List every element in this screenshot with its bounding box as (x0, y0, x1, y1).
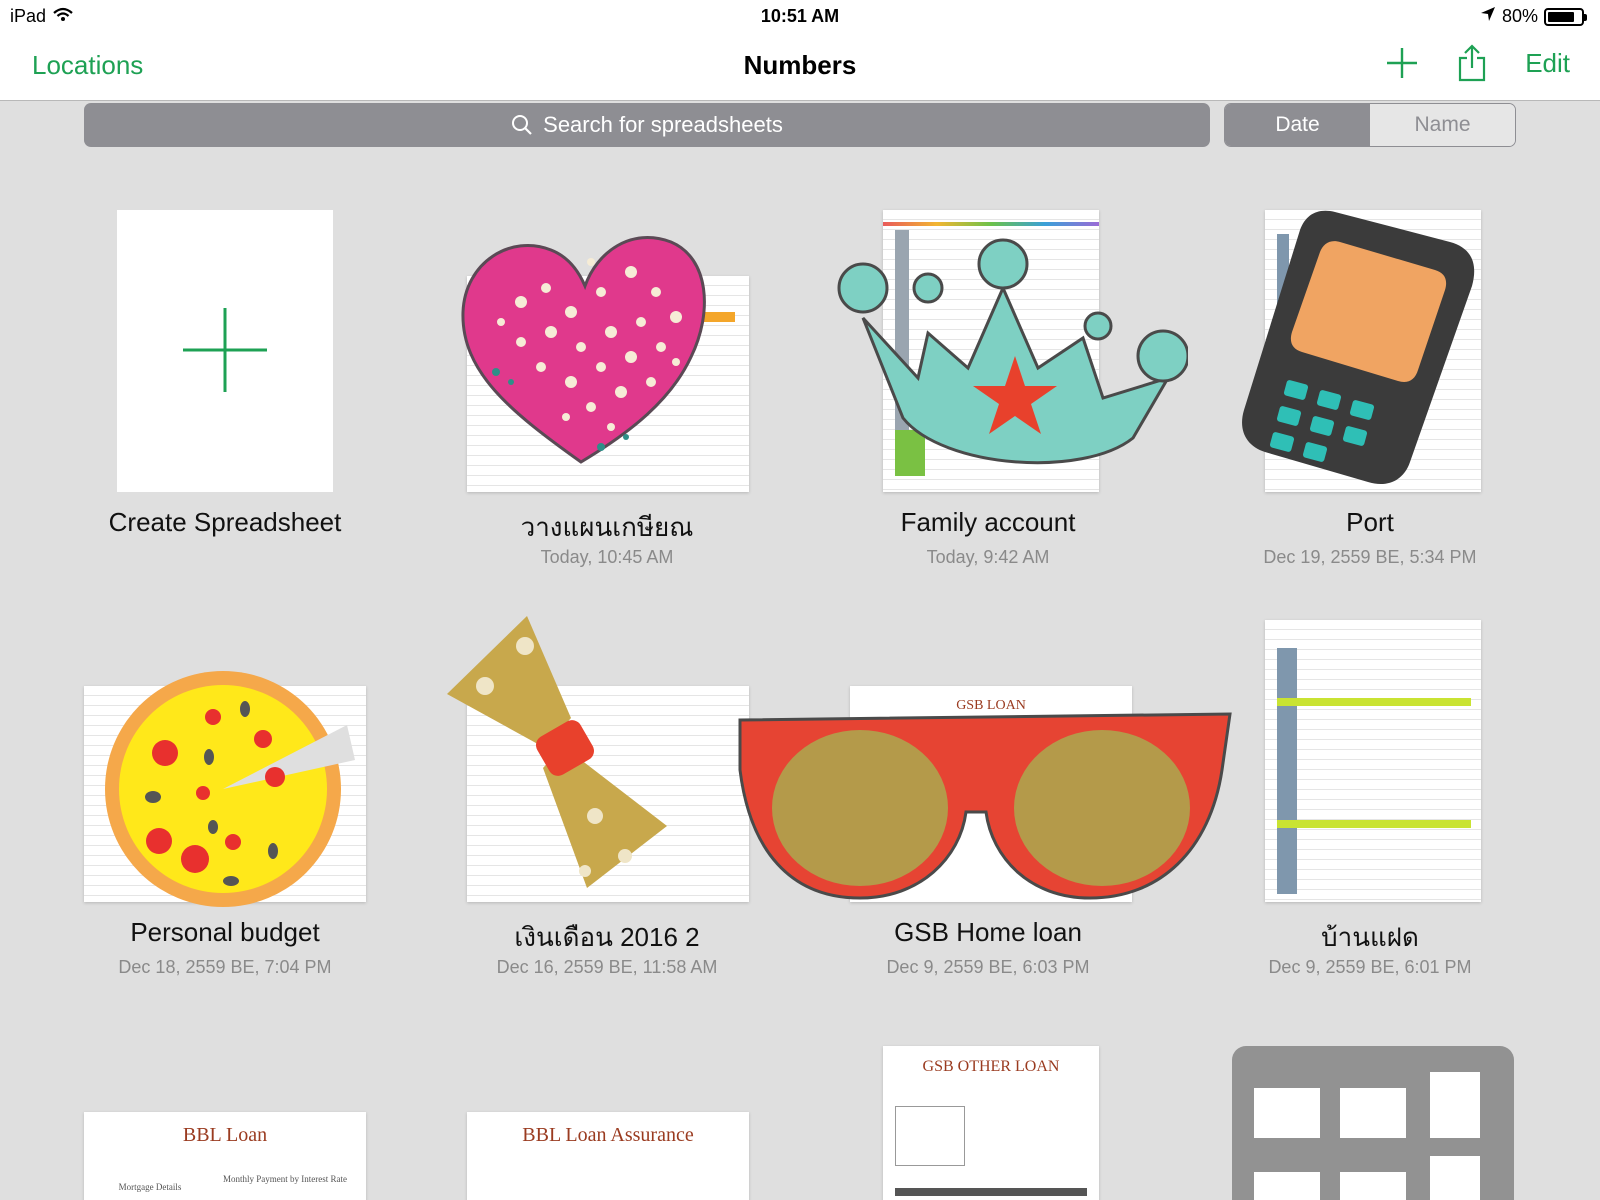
document-name[interactable]: Port (1170, 507, 1570, 538)
mini-thumbnail (1254, 1088, 1320, 1138)
loan-title: BBL Loan Assurance (522, 1124, 694, 1146)
loan-title: BBL Loan (182, 1124, 268, 1146)
document-date: Dec 18, 2559 BE, 7:04 PM (118, 957, 332, 977)
document-thumbnail[interactable] (25, 620, 425, 920)
document-thumbnail[interactable]: GSB OTHER LOAN (788, 1030, 1188, 1200)
mini-thumbnail (1340, 1172, 1406, 1200)
document-thumbnail[interactable] (788, 210, 1188, 510)
crown-sticker-icon (837, 238, 1188, 465)
blank-thumbnail (117, 210, 333, 492)
pizza-sticker-icon (105, 671, 355, 907)
spreadsheet-preview: BBL Loan Monthly Payment by Interest Rat… (84, 1112, 366, 1200)
loan-title: GSB OTHER LOAN (922, 1058, 1060, 1075)
document-name[interactable]: Personal budget (25, 917, 425, 948)
mini-thumbnail (1254, 1172, 1320, 1200)
mini-thumbnail (1430, 1156, 1480, 1200)
plus-icon (183, 308, 267, 392)
document-thumbnail[interactable]: BBL Loan Assurance (407, 1030, 807, 1200)
phone-sticker-icon (1242, 210, 1475, 484)
mini-thumbnail (1340, 1088, 1406, 1138)
document-grid: Create Spreadsheet วางแผนเกษียณ Today, 1… (0, 0, 1600, 1200)
document-thumbnail[interactable] (1170, 620, 1570, 920)
document-tile: บ้านแฝด Dec 9, 2559 BE, 6:01 PM (1170, 620, 1570, 1020)
mortgage-details-label: Mortgage Details (118, 1182, 182, 1192)
document-thumbnail[interactable]: GSB LOAN (738, 620, 1232, 920)
document-tile: Personal budget Dec 18, 2559 BE, 7:04 PM (25, 620, 425, 1020)
document-tile: Port Dec 19, 2559 BE, 5:34 PM (1170, 210, 1570, 610)
document-name[interactable]: บ้านแฝด (1170, 917, 1570, 958)
document-tile: วางแผนเกษียณ Today, 10:45 AM (407, 210, 807, 610)
document-name[interactable]: Create Spreadsheet (25, 507, 425, 538)
document-name[interactable]: เงินเดือน 2016 2 (407, 917, 807, 958)
document-thumbnail[interactable] (407, 210, 807, 510)
folder-tile (1170, 1030, 1570, 1200)
document-tile: BBL Loan Monthly Payment by Interest Rat… (25, 1030, 425, 1200)
document-date: Dec 9, 2559 BE, 6:03 PM (886, 957, 1090, 977)
document-tile: GSB LOAN GSB Home loan Dec 9, 2559 BE, 6… (738, 620, 1232, 1020)
spreadsheet-preview (1265, 620, 1481, 902)
create-spreadsheet-button[interactable] (25, 210, 425, 510)
document-date: Dec 9, 2559 BE, 6:01 PM (1268, 957, 1472, 977)
document-date: Dec 16, 2559 BE, 11:58 AM (496, 957, 718, 977)
spreadsheet-preview: BBL Loan Assurance (467, 1112, 749, 1200)
document-date: Dec 19, 2559 BE, 5:34 PM (1263, 547, 1477, 567)
document-thumbnail[interactable]: BBL Loan Monthly Payment by Interest Rat… (25, 1030, 425, 1200)
bowtie-sticker-icon (447, 616, 667, 888)
document-tile: GSB OTHER LOAN (788, 1030, 1188, 1200)
document-date: Today, 9:42 AM (926, 547, 1050, 567)
create-spreadsheet-tile: Create Spreadsheet (25, 210, 425, 610)
document-name[interactable]: วางแผนเกษียณ (407, 507, 807, 548)
document-thumbnail[interactable] (1170, 210, 1570, 510)
document-tile: Family account Today, 9:42 AM (788, 210, 1188, 610)
document-name[interactable]: Family account (788, 507, 1188, 538)
mini-thumbnail (1430, 1072, 1480, 1138)
folder-button[interactable] (1232, 1046, 1514, 1200)
heart-sticker-icon (461, 236, 706, 464)
document-name[interactable]: GSB Home loan (788, 917, 1188, 948)
document-tile: BBL Loan Assurance (407, 1030, 807, 1200)
document-date: Today, 10:45 AM (540, 547, 674, 567)
spreadsheet-preview: GSB OTHER LOAN (883, 1046, 1099, 1200)
